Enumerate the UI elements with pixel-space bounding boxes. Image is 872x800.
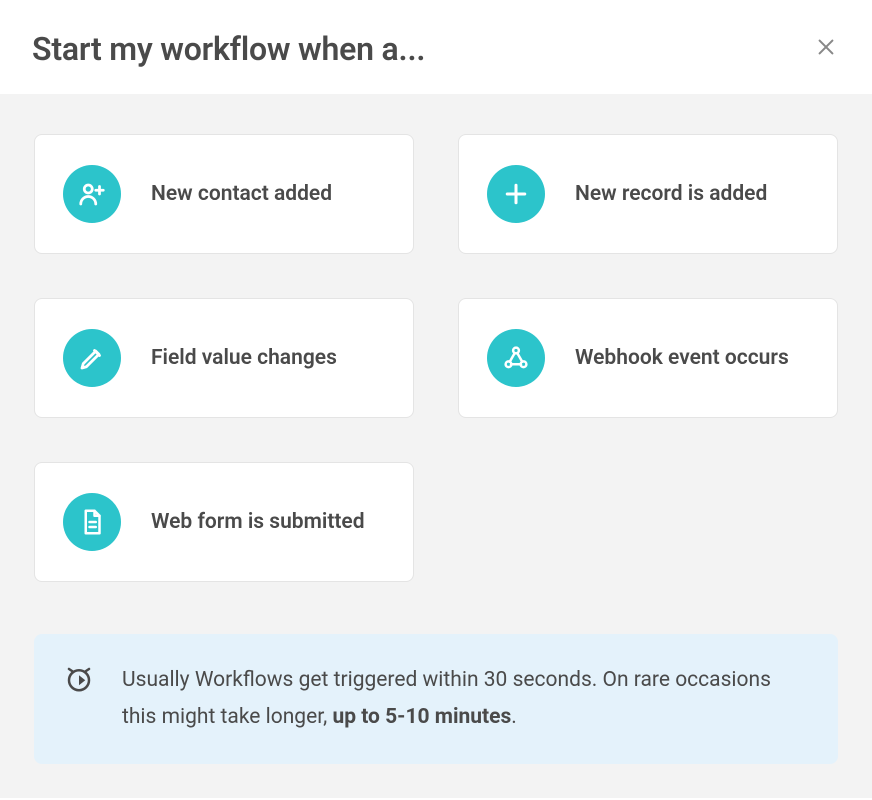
webhook-icon	[487, 329, 545, 387]
close-button[interactable]	[812, 35, 840, 63]
trigger-label: New record is added	[575, 180, 767, 208]
plus-icon	[487, 165, 545, 223]
trigger-label: New contact added	[151, 180, 332, 208]
info-text: Usually Workflows get triggered within 3…	[122, 662, 808, 736]
info-text-suffix: .	[511, 705, 517, 729]
trigger-new-contact[interactable]: New contact added	[34, 134, 414, 254]
trigger-label: Field value changes	[151, 344, 337, 372]
trigger-label: Web form is submitted	[151, 508, 365, 536]
form-icon	[63, 493, 121, 551]
trigger-web-form[interactable]: Web form is submitted	[34, 462, 414, 582]
close-icon	[815, 36, 837, 62]
pencil-icon	[63, 329, 121, 387]
modal-body: New contact added New record is added Fi…	[0, 94, 872, 798]
info-text-bold: up to 5-10 minutes	[332, 705, 511, 729]
trigger-label: Webhook event occurs	[575, 344, 789, 372]
trigger-field-change[interactable]: Field value changes	[34, 298, 414, 418]
trigger-webhook[interactable]: Webhook event occurs	[458, 298, 838, 418]
person-plus-icon	[63, 165, 121, 223]
clock-alarm-icon	[64, 664, 94, 694]
modal-header: Start my workflow when a...	[0, 0, 872, 94]
modal-title: Start my workflow when a...	[32, 30, 425, 68]
trigger-new-record[interactable]: New record is added	[458, 134, 838, 254]
info-banner: Usually Workflows get triggered within 3…	[34, 634, 838, 764]
trigger-grid: New contact added New record is added Fi…	[34, 134, 838, 582]
